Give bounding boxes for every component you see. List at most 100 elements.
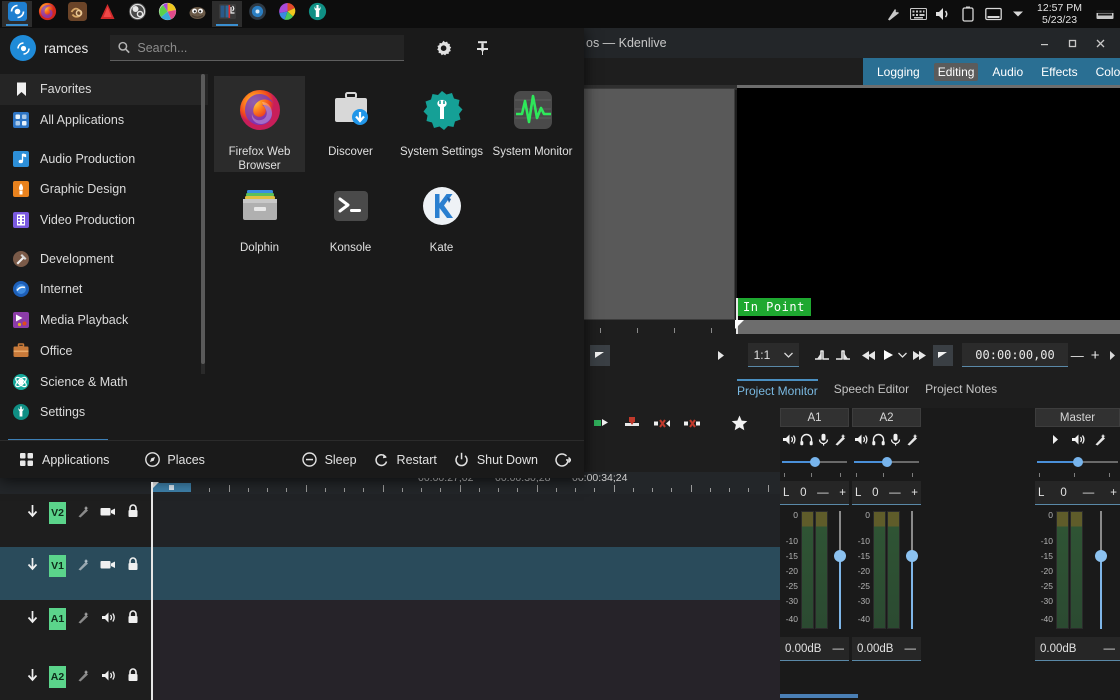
- expand-arrow-icon[interactable]: [1047, 431, 1062, 447]
- shut-down-button[interactable]: Shut Down: [445, 447, 546, 473]
- sleep-button[interactable]: Sleep: [293, 447, 365, 473]
- pan-slider[interactable]: [854, 455, 919, 469]
- pan-value-row[interactable]: L 0 — +: [1035, 481, 1120, 505]
- rewind-button[interactable]: [859, 344, 879, 366]
- project-monitor-view[interactable]: [737, 88, 1120, 321]
- timecode-increment-button[interactable]: +: [1086, 344, 1104, 366]
- track-header-v1[interactable]: V1: [0, 547, 152, 600]
- app-discover[interactable]: Discover: [305, 76, 396, 172]
- lock-icon[interactable]: [125, 608, 141, 626]
- app-system-monitor[interactable]: System Monitor: [487, 76, 578, 172]
- tab-project-notes[interactable]: Project Notes: [925, 382, 997, 399]
- sidebar-item-audio-production[interactable]: Audio Production: [0, 143, 208, 174]
- effects-wand-icon[interactable]: [75, 608, 91, 626]
- extract-zone-icon[interactable]: [623, 416, 641, 434]
- lock-icon[interactable]: [125, 666, 141, 684]
- sidebar-item-all-applications[interactable]: All Applications: [0, 105, 208, 136]
- track-header-a2[interactable]: A2: [0, 658, 152, 700]
- sidebar-item-science-math[interactable]: Science & Math: [0, 366, 208, 397]
- lift-zone-icon[interactable]: [653, 416, 671, 434]
- sidebar-item-settings[interactable]: Settings: [0, 397, 208, 428]
- pan-decrement-button[interactable]: —: [889, 487, 901, 499]
- track-lane-v1[interactable]: [152, 547, 780, 600]
- app-firefox-web-browser[interactable]: Firefox Web Browser: [214, 76, 305, 172]
- pan-slider[interactable]: [1037, 455, 1118, 469]
- mixer-channel-name[interactable]: A2: [852, 408, 921, 427]
- mixer-channel-name[interactable]: Master: [1035, 408, 1120, 427]
- track-name-badge[interactable]: A1: [49, 608, 66, 630]
- pan-slider[interactable]: [782, 455, 847, 469]
- sidebar-scrollbar[interactable]: [201, 74, 205, 374]
- monitor-ruler[interactable]: [737, 320, 1120, 334]
- pan-decrement-button[interactable]: —: [817, 487, 829, 499]
- microphone-icon[interactable]: [888, 431, 903, 447]
- sidebar-item-office[interactable]: Office: [0, 336, 208, 367]
- task-krita[interactable]: [92, 1, 122, 27]
- lower-track-icon[interactable]: [24, 555, 40, 573]
- clipboard-icon[interactable]: [884, 5, 902, 23]
- monitor-timecode-field[interactable]: 00:00:00,00: [962, 343, 1069, 367]
- volume-fader[interactable]: [906, 511, 918, 631]
- configure-gear-icon[interactable]: [430, 35, 456, 61]
- app-kate[interactable]: Kate: [396, 172, 487, 268]
- gain-value-row[interactable]: 0.00dB —: [1035, 637, 1120, 661]
- task-firefox[interactable]: [32, 1, 62, 27]
- volume-fader-knob[interactable]: [906, 550, 918, 562]
- monitor-overlay-arrow-icon[interactable]: [712, 344, 728, 366]
- lower-track-icon[interactable]: [24, 502, 40, 520]
- tab-logging[interactable]: Logging: [873, 63, 924, 81]
- track-header-v2[interactable]: V2: [0, 494, 152, 547]
- network-icon[interactable]: [984, 5, 1002, 23]
- task-kde-plasma-launcher[interactable]: [2, 1, 32, 27]
- gain-value-row[interactable]: 0.00dB —: [852, 637, 921, 661]
- tab-project-monitor[interactable]: Project Monitor: [737, 379, 818, 401]
- gain-reset-button[interactable]: —: [833, 643, 845, 655]
- effects-wand-icon[interactable]: [833, 431, 848, 447]
- fast-forward-button[interactable]: [908, 344, 929, 366]
- pan-increment-button[interactable]: +: [839, 487, 846, 499]
- play-button[interactable]: [879, 344, 897, 366]
- task-gimp[interactable]: [182, 1, 212, 27]
- gain-reset-button[interactable]: —: [905, 643, 917, 655]
- microphone-icon[interactable]: [816, 431, 831, 447]
- task-blender[interactable]: [62, 1, 92, 27]
- zoom-level-select[interactable]: 1:1: [748, 343, 799, 367]
- transport-overflow-icon[interactable]: [1104, 344, 1120, 366]
- volume-fader[interactable]: [834, 511, 846, 631]
- video-camera-icon[interactable]: [100, 555, 116, 573]
- effects-wand-icon[interactable]: [905, 431, 920, 447]
- volume-icon[interactable]: [854, 431, 869, 447]
- effects-wand-icon[interactable]: [75, 555, 91, 573]
- timecode-decrement-button[interactable]: —: [1068, 344, 1086, 366]
- play-options-chevron-icon[interactable]: [897, 344, 909, 366]
- task-obs-studio[interactable]: [122, 1, 152, 27]
- pan-value-row[interactable]: L 0 — +: [780, 481, 849, 505]
- volume-fader-knob[interactable]: [1095, 550, 1107, 562]
- gain-value-row[interactable]: 0.00dB —: [780, 637, 849, 661]
- pan-slider-knob[interactable]: [882, 457, 892, 467]
- volume-icon[interactable]: [782, 431, 797, 447]
- app-system-settings[interactable]: System Settings: [396, 76, 487, 172]
- app-dolphin[interactable]: Dolphin: [214, 172, 305, 268]
- mixer-horizontal-scrollbar[interactable]: [780, 694, 1120, 700]
- volume-fader-knob[interactable]: [834, 550, 846, 562]
- task-settings[interactable]: [302, 1, 332, 27]
- show-desktop-icon[interactable]: [1096, 5, 1114, 23]
- search-field[interactable]: [110, 35, 404, 61]
- mixer-channel-a2[interactable]: A2 L 0 — +: [852, 408, 921, 661]
- tab-color[interactable]: Color: [1092, 63, 1120, 81]
- track-header-a1[interactable]: A1: [0, 600, 152, 658]
- sidebar-item-favorites[interactable]: Favorites: [0, 74, 208, 105]
- volume-icon[interactable]: [100, 608, 116, 626]
- tab-speech-editor[interactable]: Speech Editor: [834, 382, 909, 399]
- tab-audio[interactable]: Audio: [988, 63, 1027, 81]
- task-inkscape[interactable]: [152, 1, 182, 27]
- gain-reset-button[interactable]: —: [1104, 643, 1116, 655]
- footer-applications-button[interactable]: Applications: [10, 447, 117, 473]
- timeline-track-v1[interactable]: V1: [0, 547, 780, 600]
- video-camera-icon[interactable]: [100, 502, 116, 520]
- set-zone-in-button[interactable]: [590, 345, 610, 366]
- monitor-playhead-handle[interactable]: [735, 320, 744, 329]
- footer-places-button[interactable]: Places: [135, 447, 213, 473]
- mixer-channel-master[interactable]: Master L 0 — +: [1035, 408, 1120, 661]
